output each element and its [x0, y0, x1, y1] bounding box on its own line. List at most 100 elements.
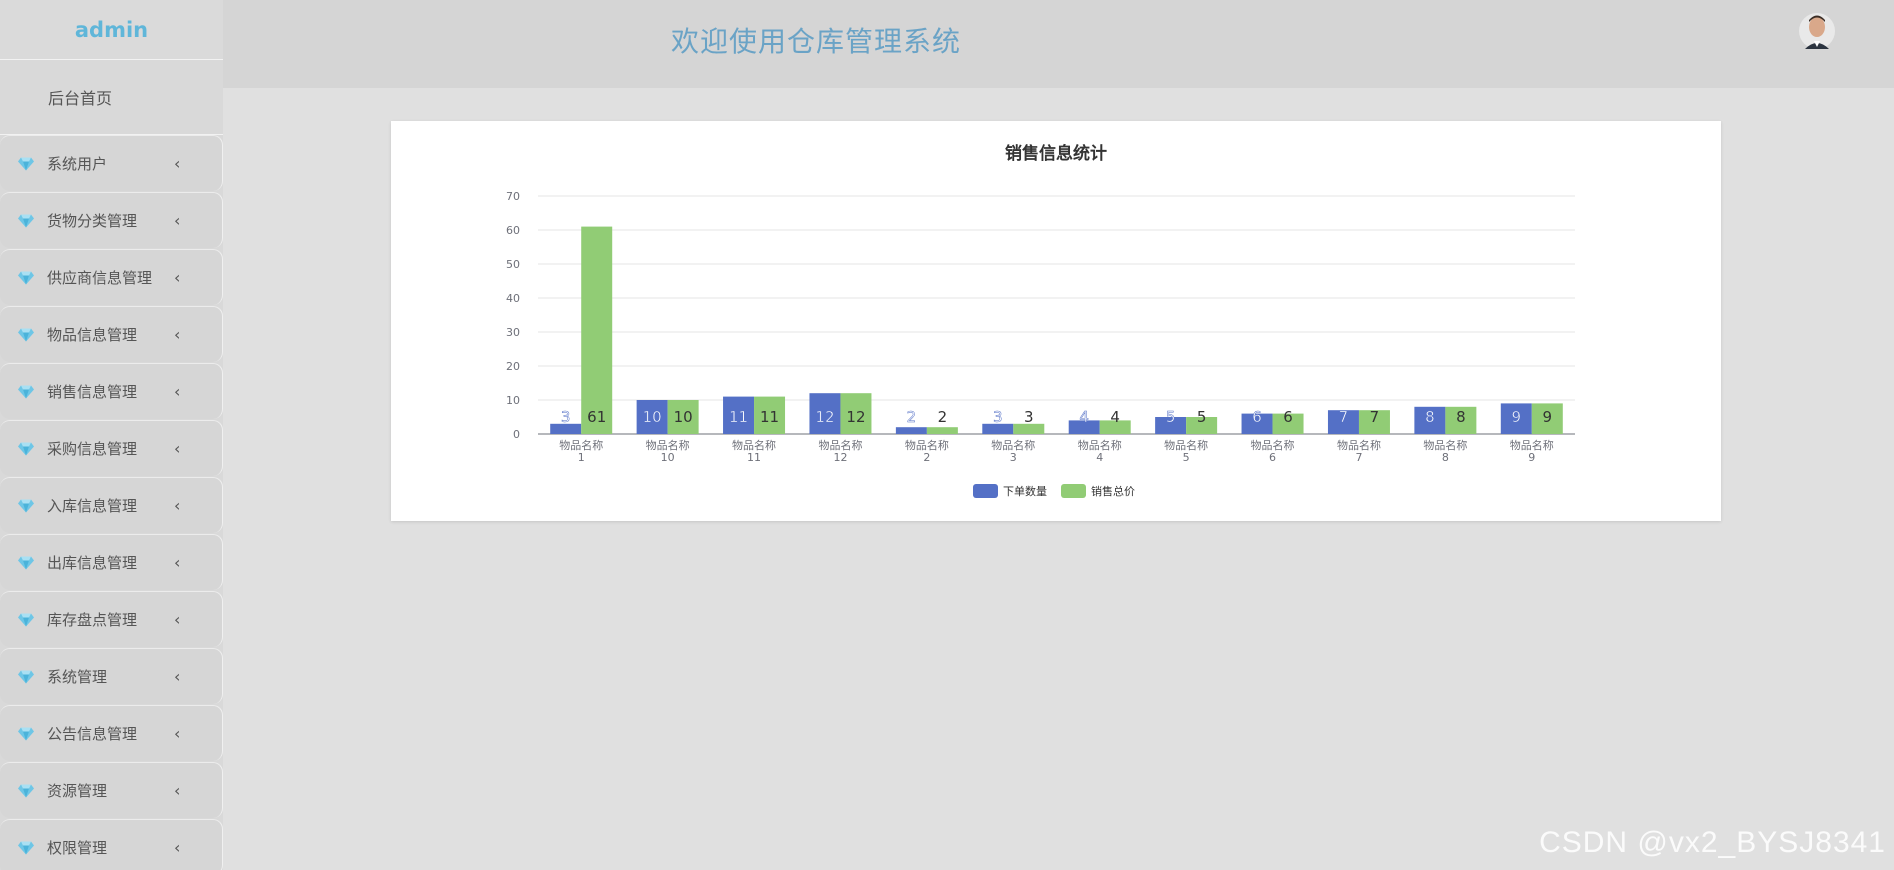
- x-tick-label: 物品名称: [1423, 438, 1467, 452]
- diamond-icon: [18, 841, 34, 854]
- sidebar-item-label: 销售信息管理: [47, 383, 138, 401]
- user-avatar-icon[interactable]: [1799, 11, 1835, 51]
- sidebar-item-4[interactable]: 销售信息管理 ‹: [0, 363, 223, 419]
- diamond-icon: [18, 271, 34, 284]
- diamond-icon: [18, 499, 34, 512]
- sidebar-item-label: 资源管理: [47, 782, 108, 800]
- sidebar-item-label: 出库信息管理: [47, 554, 138, 572]
- sales-bar-chart: 0102030405060703 61物品名称110 10物品名称1011 11物品名…: [506, 190, 1575, 498]
- top-header: 欢迎使用仓库管理系统: [223, 0, 1894, 88]
- x-tick-label: 12: [833, 451, 847, 464]
- chevron-left-icon: ‹: [174, 610, 181, 629]
- data-label: 7: [1339, 408, 1349, 426]
- sidebar-item-11[interactable]: 资源管理 ‹: [0, 762, 223, 818]
- diamond-icon: [18, 613, 34, 626]
- legend-swatch: [1061, 484, 1086, 498]
- data-label: 3: [561, 408, 571, 426]
- bar-sales-total: [581, 226, 613, 434]
- watermark: CSDN @vx2_BYSJ8341: [1539, 826, 1886, 859]
- chevron-left-icon: ‹: [174, 838, 181, 857]
- x-tick-label: 7: [1355, 451, 1362, 464]
- sidebar-item-8[interactable]: 库存盘点管理 ‹: [0, 591, 223, 647]
- y-tick-label: 20: [506, 360, 520, 373]
- x-tick-label: 10: [661, 451, 675, 464]
- bar-order-qty: [895, 427, 927, 434]
- x-tick-label: 物品名称: [1251, 438, 1295, 452]
- sidebar-item-0[interactable]: 系统用户 ‹: [0, 135, 223, 191]
- chevron-left-icon: ‹: [174, 553, 181, 572]
- x-tick-label: 物品名称: [905, 438, 949, 452]
- diamond-icon: [18, 727, 34, 740]
- x-tick-label: 4: [1096, 451, 1103, 464]
- chevron-left-icon: ‹: [174, 781, 181, 800]
- x-tick-label: 物品名称: [1164, 438, 1208, 452]
- y-tick-label: 70: [506, 190, 520, 203]
- diamond-icon: [18, 556, 34, 569]
- data-label: 3: [1024, 408, 1034, 426]
- data-label: 10: [643, 408, 662, 426]
- x-tick-label: 6: [1269, 451, 1276, 464]
- x-tick-label: 物品名称: [732, 438, 776, 452]
- x-tick-label: 8: [1442, 451, 1449, 464]
- x-tick-label: 5: [1183, 451, 1190, 464]
- data-label: 5: [1197, 408, 1207, 426]
- x-tick-label: 物品名称: [818, 438, 862, 452]
- x-tick-label: 物品名称: [1337, 438, 1381, 452]
- diamond-icon: [18, 670, 34, 683]
- data-label: 4: [1079, 408, 1089, 426]
- diamond-icon: [18, 328, 34, 341]
- x-tick-label: 物品名称: [559, 438, 603, 452]
- chevron-left-icon: ‹: [174, 382, 181, 401]
- sidebar-menu: 系统用户 ‹ 货物分类管理 ‹ 供应商信息管理 ‹ 物品信息管理 ‹ 销售信息管理 ‹ 采购信息管理…: [0, 135, 223, 870]
- sidebar-item-10[interactable]: 公告信息管理 ‹: [0, 705, 223, 761]
- page-title: 欢迎使用仓库管理系统: [671, 25, 962, 58]
- chevron-left-icon: ‹: [174, 439, 181, 458]
- bar-sales-total: [926, 427, 958, 434]
- sidebar-item-7[interactable]: 出库信息管理 ‹: [0, 534, 223, 590]
- sidebar-item-label: 入库信息管理: [47, 497, 138, 515]
- y-tick-label: 50: [506, 258, 520, 271]
- chevron-left-icon: ‹: [174, 496, 181, 515]
- y-tick-label: 30: [506, 326, 520, 339]
- chart-card: 销售信息统计 0 10 20 30 40 50 60 70 3 61 物品名称 1 10 10 物品名称 10…: [391, 121, 1721, 521]
- sidebar-item-5[interactable]: 采购信息管理 ‹: [0, 420, 223, 476]
- diamond-icon: [18, 214, 34, 227]
- x-tick-label: 2: [923, 451, 930, 464]
- diamond-icon: [18, 784, 34, 797]
- sidebar-item-6[interactable]: 入库信息管理 ‹: [0, 477, 223, 533]
- sidebar-item-3[interactable]: 物品信息管理 ‹: [0, 306, 223, 362]
- data-label: 10: [674, 408, 693, 426]
- sidebar-item-9[interactable]: 系统管理 ‹: [0, 648, 223, 704]
- sidebar-item-label: 系统用户: [47, 155, 108, 173]
- y-tick-label: 0: [513, 428, 520, 441]
- data-label: 3: [993, 408, 1003, 426]
- chevron-left-icon: ‹: [174, 667, 181, 686]
- data-label: 5: [1166, 408, 1176, 426]
- x-tick-label: 物品名称: [1078, 438, 1122, 452]
- chevron-left-icon: ‹: [174, 211, 181, 230]
- x-tick-label: 11: [747, 451, 761, 464]
- data-label: 61: [587, 408, 606, 426]
- sidebar-item-12[interactable]: 权限管理 ‹: [0, 819, 223, 870]
- sidebar-item-home[interactable]: 后台首页: [0, 60, 223, 135]
- chevron-left-icon: ‹: [174, 724, 181, 743]
- y-tick-label: 10: [506, 394, 520, 407]
- sidebar-item-label: 权限管理: [47, 839, 108, 857]
- chevron-left-icon: ‹: [174, 154, 181, 173]
- sidebar-item-2[interactable]: 供应商信息管理 ‹: [0, 249, 223, 305]
- sidebar-item-label: 货物分类管理: [47, 212, 138, 230]
- data-label: 7: [1370, 408, 1380, 426]
- diamond-icon: [18, 442, 34, 455]
- diamond-icon: [18, 157, 34, 170]
- data-label: 4: [1110, 408, 1120, 426]
- brand-title: admin: [0, 0, 223, 60]
- x-tick-label: 3: [1010, 451, 1017, 464]
- data-label: 12: [815, 408, 834, 426]
- sidebar-item-label: 供应商信息管理: [47, 269, 153, 287]
- data-label: 8: [1456, 408, 1466, 426]
- sidebar-item-1[interactable]: 货物分类管理 ‹: [0, 192, 223, 248]
- data-label: 9: [1512, 408, 1522, 426]
- data-label: 11: [729, 408, 748, 426]
- sidebar-item-label: 系统管理: [47, 668, 108, 686]
- sidebar-item-label: 采购信息管理: [47, 440, 138, 458]
